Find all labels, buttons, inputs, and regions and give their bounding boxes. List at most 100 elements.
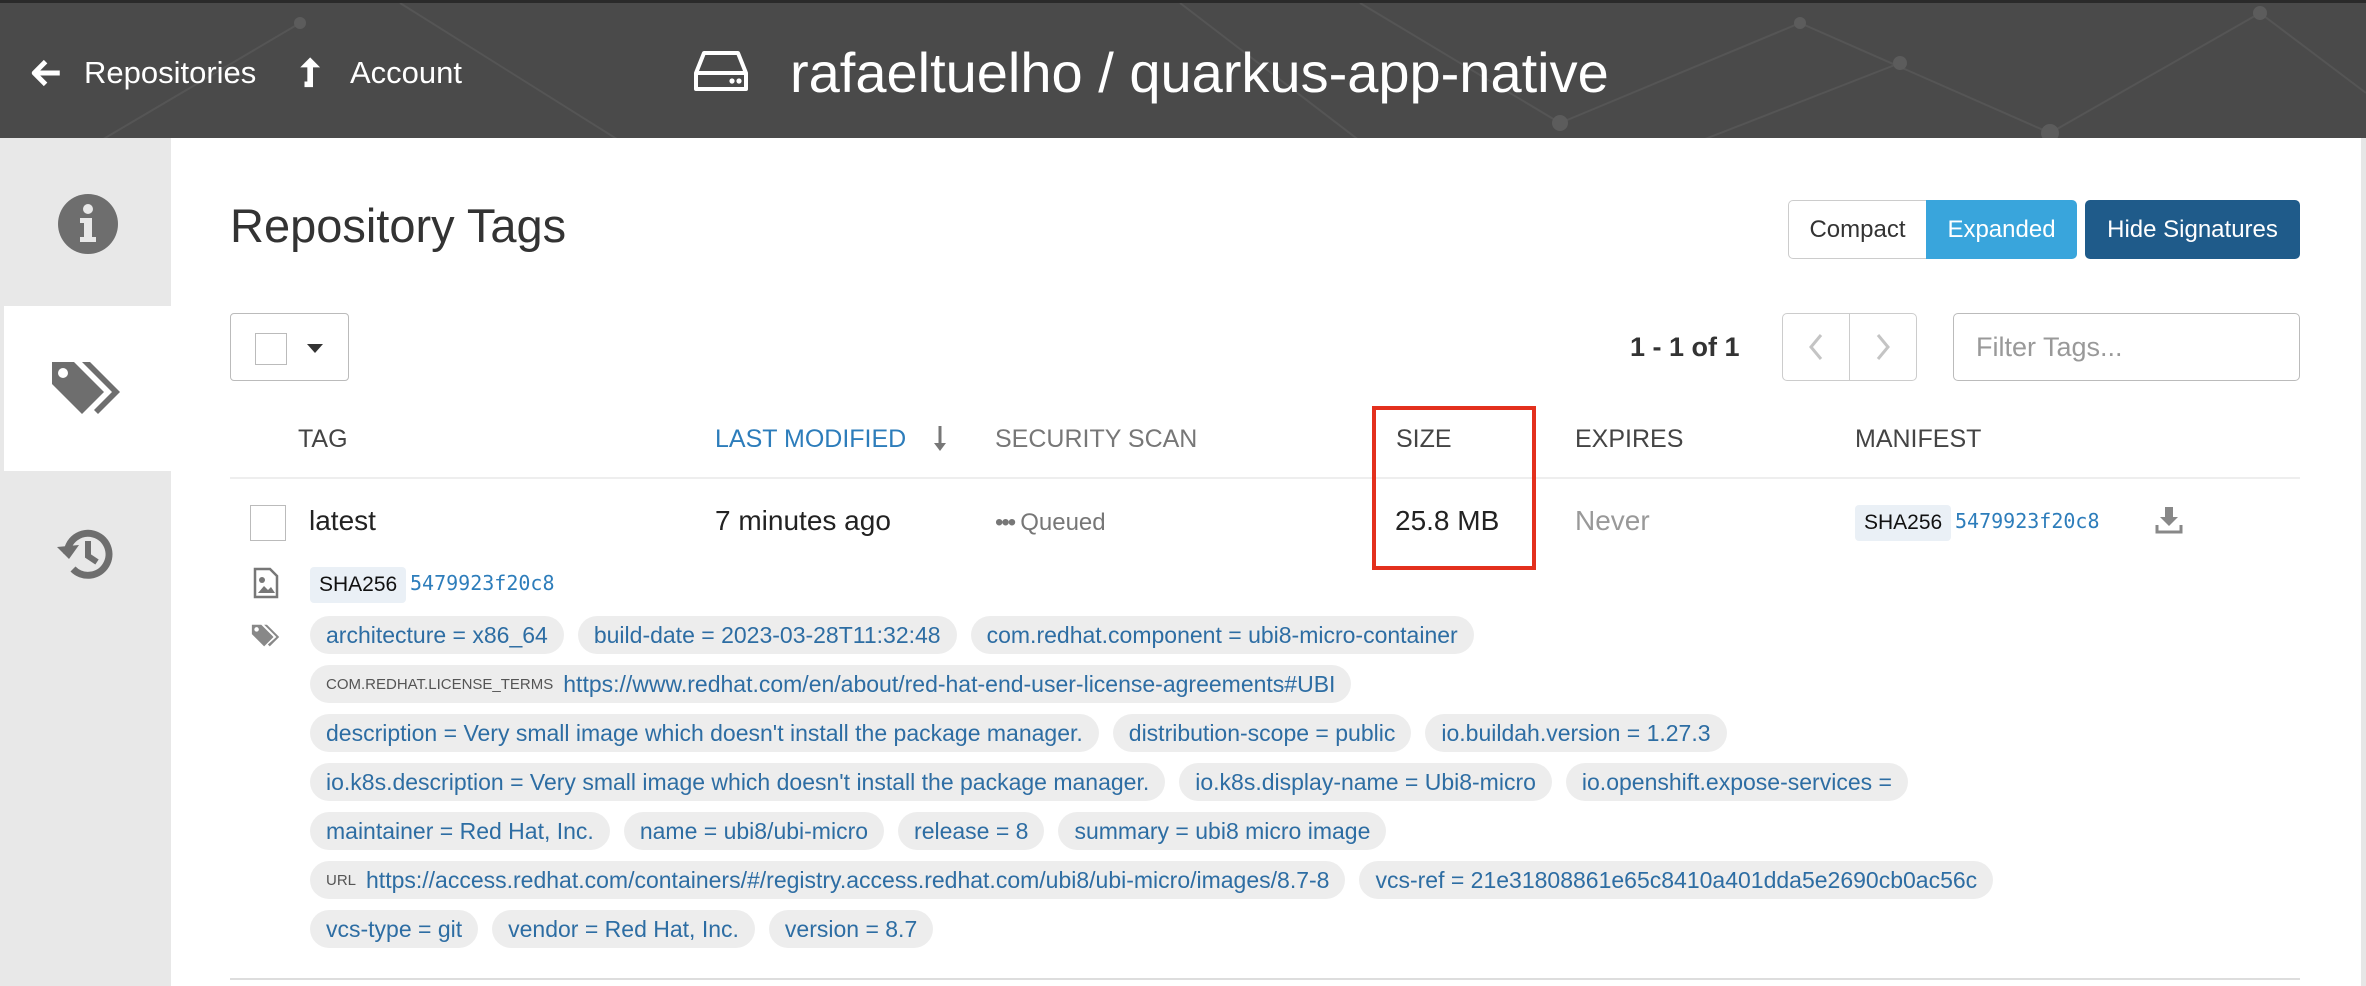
label-pill[interactable]: name = ubi8/ubi-micro [623, 812, 885, 850]
label-pill[interactable]: io.buildah.version = 1.27.3 [1425, 714, 1727, 752]
label-pill[interactable]: COM.REDHAT.LICENSE_TERMS https://www.redh… [310, 665, 1352, 703]
manifest-algo-badge: SHA256 [1855, 505, 1952, 541]
image-digest-algo-badge: SHA256 [310, 567, 407, 603]
label-pill[interactable]: release = 8 [898, 812, 1045, 850]
label-text: version = 8.7 [784, 915, 918, 942]
previous-page-button[interactable] [1782, 313, 1850, 381]
expires-value: Never [1575, 505, 1650, 536]
level-up-icon [300, 57, 321, 88]
label-pill[interactable]: description = Very small image which doe… [310, 714, 1099, 752]
label-pill[interactable]: vcs-type = git [310, 910, 479, 948]
info-icon [57, 193, 118, 254]
label-text: description = Very small image which doe… [326, 719, 1083, 746]
row-divider [230, 978, 2300, 980]
label-pill[interactable]: summary = ubi8 micro image [1058, 812, 1387, 850]
manifest-digest-link[interactable]: 5479923f20c8 [1955, 509, 2100, 533]
label-pill[interactable]: io.k8s.display-name = Ubi8-micro [1179, 763, 1552, 801]
column-header-expires[interactable]: EXPIRES [1575, 425, 1683, 454]
page-title: Repository Tags [230, 199, 567, 252]
content-border [2361, 138, 2366, 986]
label-pill[interactable]: build-date = 2023-03-28T11:32:48 [577, 616, 957, 654]
label-pill[interactable]: io.openshift.expose-services = [1565, 763, 1908, 801]
label-text: io.openshift.expose-services = [1581, 768, 1892, 795]
expanded-view-button[interactable]: Expanded [1926, 200, 2077, 259]
column-header-last-modified[interactable]: LAST MODIFIED [715, 425, 906, 454]
label-row: COM.REDHAT.LICENSE_TERMS https://www.redh… [310, 665, 1365, 703]
arrow-left-icon [31, 59, 60, 87]
last-modified-value: 7 minutes ago [715, 505, 891, 536]
column-header-security-scan[interactable]: SECURITY SCAN [995, 425, 1197, 454]
label-pill[interactable]: architecture = x86_64 [310, 616, 564, 654]
repositories-link-label: Repositories [84, 55, 257, 90]
ellipsis-icon: ••• [995, 509, 1016, 536]
sort-descending-icon [934, 426, 946, 451]
label-key: URL [326, 871, 357, 889]
account-link[interactable]: Account [296, 51, 462, 95]
label-row: architecture = x86_64 build-date = 2023-0… [310, 616, 1488, 654]
label-row: io.k8s.description = Very small image wh… [310, 763, 1922, 801]
label-text: build-date = 2023-03-28T11:32:48 [593, 621, 941, 648]
tags-icon [51, 361, 120, 414]
tab-tags[interactable] [4, 306, 171, 471]
tag-name[interactable]: latest [309, 505, 376, 537]
label-pill[interactable]: maintainer = Red Hat, Inc. [310, 812, 610, 850]
account-link-label: Account [350, 55, 463, 90]
label-pill[interactable]: version = 8.7 [768, 910, 934, 948]
label-text: maintainer = Red Hat, Inc. [326, 817, 594, 844]
pagination-range: 1 - 1 of 1 [1630, 332, 1740, 362]
size-value: 25.8 MB [1395, 505, 1500, 536]
repository-title: rafaeltuelho / quarkus-app-native [692, 37, 1609, 107]
filter-tags-input[interactable] [1953, 313, 2300, 381]
label-row: URL https://access.redhat.com/containers/… [310, 861, 2007, 899]
security-scan-label: Queued [1020, 509, 1106, 536]
label-text: summary = ubi8 micro image [1074, 817, 1371, 844]
label-text: io.k8s.description = Very small image wh… [326, 768, 1150, 795]
label-pill[interactable]: vendor = Red Hat, Inc. [492, 910, 755, 948]
label-text: vcs-ref = 21e31808861e65c8410a401dda5e26… [1375, 866, 1978, 893]
label-key: COM.REDHAT.LICENSE_TERMS [326, 675, 554, 693]
labels-icon [251, 624, 280, 647]
repository-sidebar [0, 138, 171, 986]
download-icon[interactable] [2154, 505, 2184, 535]
tab-history[interactable] [4, 471, 171, 636]
label-text: https://access.redhat.com/containers/#/r… [366, 866, 1330, 893]
label-pill[interactable]: distribution-scope = public [1112, 714, 1412, 752]
label-text: distribution-scope = public [1128, 719, 1396, 746]
label-pill[interactable]: com.redhat.component = ubi8-micro-contai… [970, 616, 1474, 654]
label-text: name = ubi8/ubi-micro [639, 817, 869, 844]
history-icon [56, 529, 112, 579]
select-all-checkbox[interactable] [255, 333, 287, 365]
label-text: architecture = x86_64 [326, 621, 548, 648]
label-text: vendor = Red Hat, Inc. [508, 915, 739, 942]
image-digest-link[interactable]: 5479923f20c8 [410, 571, 555, 595]
label-text: io.k8s.display-name = Ubi8-micro [1195, 768, 1536, 795]
label-text: https://www.redhat.com/en/about/red-hat-… [563, 670, 1336, 697]
next-page-button[interactable] [1849, 313, 1917, 381]
security-scan-status[interactable]: ••• Queued [995, 509, 1106, 537]
label-text: release = 8 [914, 817, 1029, 844]
label-pill[interactable]: URL https://access.redhat.com/containers/… [310, 861, 1346, 899]
label-text: com.redhat.component = ubi8-micro-contai… [986, 621, 1458, 648]
hide-signatures-button[interactable]: Hide Signatures [2085, 200, 2300, 259]
tab-information[interactable] [4, 141, 171, 306]
caret-down-icon [307, 344, 323, 353]
label-row: vcs-type = git vendor = Red Hat, Inc. vers… [310, 910, 947, 948]
bulk-select-dropdown[interactable] [230, 313, 349, 381]
label-text: vcs-type = git [326, 915, 463, 942]
chevron-left-icon [1809, 334, 1823, 360]
column-header-manifest[interactable]: MANIFEST [1855, 425, 1981, 454]
top-header: Repositories Account rafaeltuelho / quar… [0, 0, 2366, 138]
column-header-tag[interactable]: TAG [298, 425, 348, 454]
repository-path: rafaeltuelho / quarkus-app-native [790, 40, 1609, 104]
hard-drive-icon [694, 51, 748, 91]
chevron-right-icon [1876, 334, 1890, 360]
column-header-size[interactable]: SIZE [1396, 425, 1452, 454]
row-checkbox[interactable] [250, 505, 286, 541]
label-row: maintainer = Red Hat, Inc. name = ubi8/ub… [310, 812, 1400, 850]
label-pill[interactable]: vcs-ref = 21e31808861e65c8410a401dda5e26… [1359, 861, 1994, 899]
compact-view-button[interactable]: Compact [1788, 200, 1927, 259]
table-header-divider [230, 477, 2300, 479]
label-pill[interactable]: io.k8s.description = Very small image wh… [310, 763, 1166, 801]
repositories-link[interactable]: Repositories [30, 51, 256, 95]
label-text: io.buildah.version = 1.27.3 [1441, 719, 1711, 746]
